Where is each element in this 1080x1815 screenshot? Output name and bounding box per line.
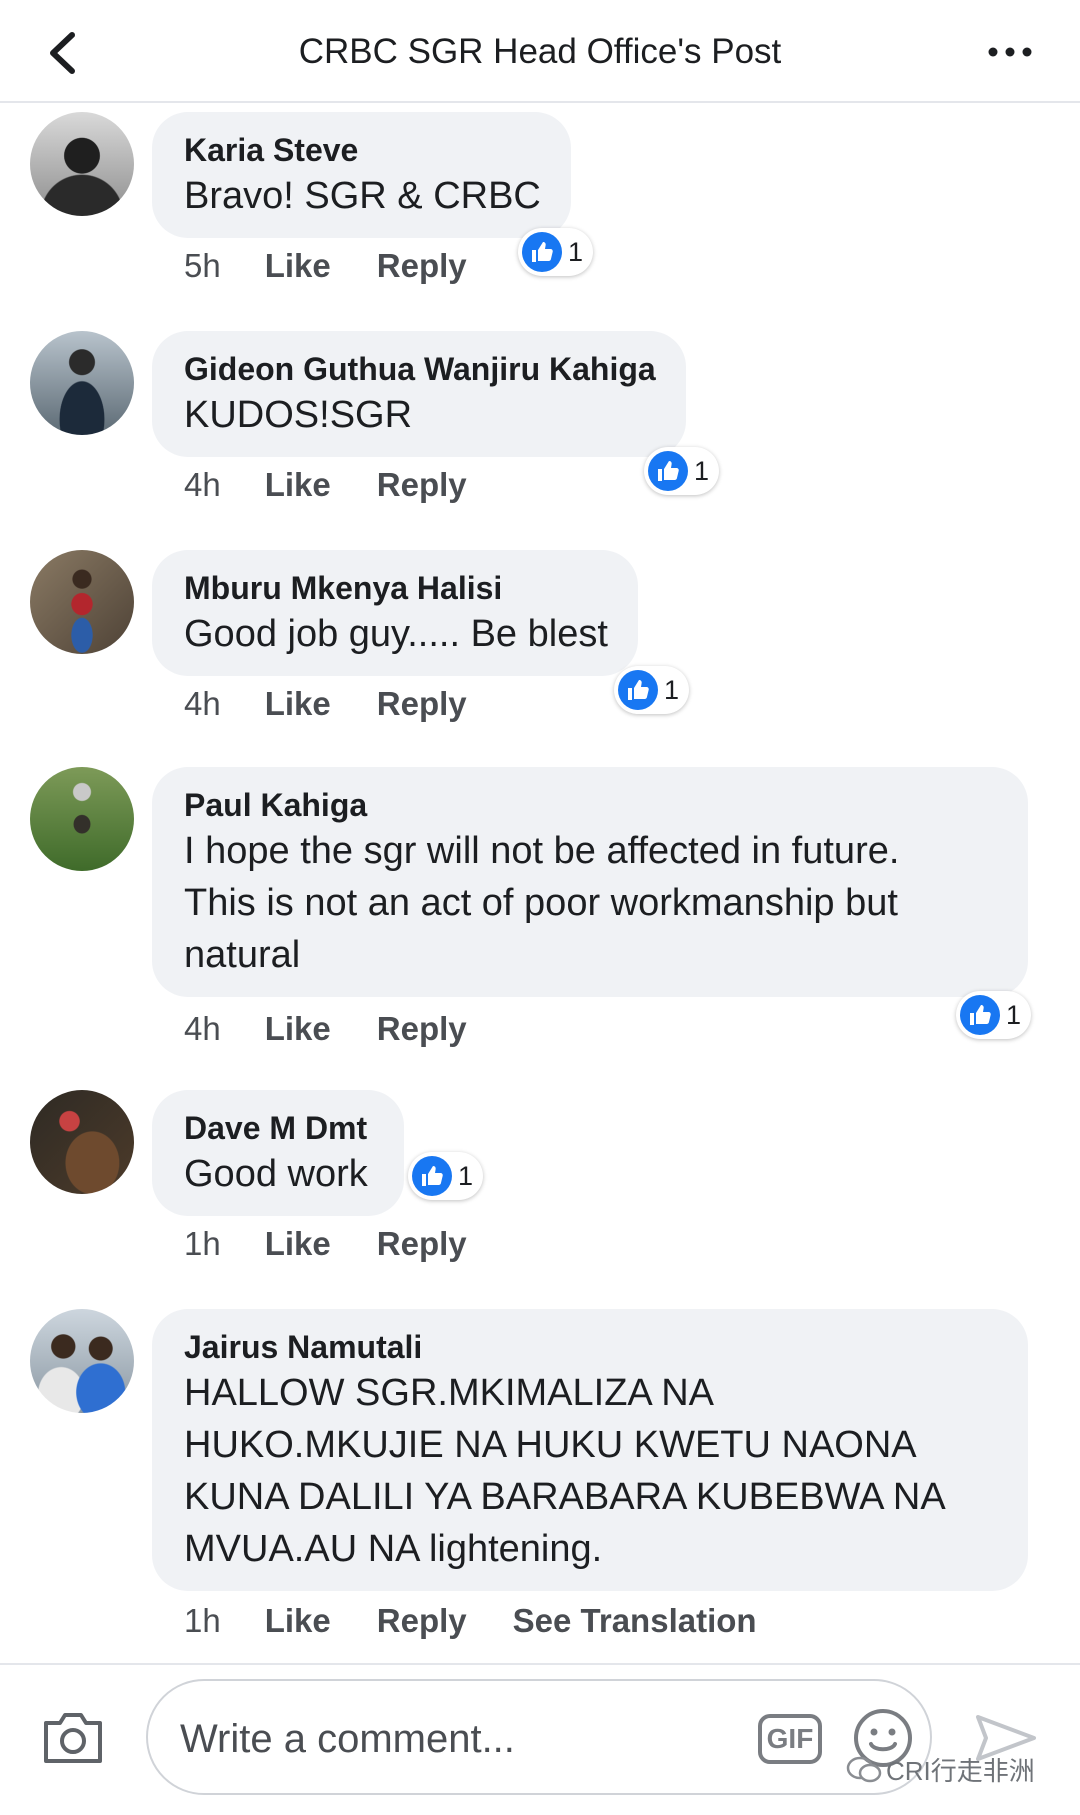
page-title: CRBC SGR Head Office's Post	[298, 32, 782, 71]
thumbs-up-icon	[960, 995, 1000, 1035]
like-button[interactable]: Like	[265, 684, 331, 724]
comment-bubble: Gideon Guthua Wanjiru Kahiga KUDOS!SGR	[152, 331, 686, 457]
comment-actions: 1h Like Reply See Translation	[184, 1601, 803, 1641]
post-header: CRBC SGR Head Office's Post	[0, 0, 1080, 103]
comment-bubble: Dave M Dmt Good work	[152, 1090, 404, 1216]
comment-time[interactable]: 4h	[184, 1009, 221, 1049]
avatar[interactable]	[30, 1309, 134, 1413]
comment-author[interactable]: Jairus Namutali	[184, 1327, 998, 1367]
reply-button[interactable]: Reply	[377, 1601, 467, 1641]
comment-text: Good job guy..... Be blest	[184, 613, 608, 655]
like-button[interactable]: Like	[265, 1224, 331, 1264]
comment-actions: 4h Like Reply	[184, 684, 513, 724]
comment-author[interactable]: Dave M Dmt	[184, 1108, 368, 1148]
gif-button[interactable]: GIF	[758, 1714, 822, 1764]
comment-actions: 4h Like Reply	[184, 1009, 513, 1049]
avatar[interactable]	[30, 550, 134, 654]
reaction-count: 1	[458, 1160, 474, 1191]
reaction-count-badge[interactable]: 1	[518, 228, 594, 276]
comment-actions: 1h Like Reply	[184, 1224, 513, 1264]
comment-input[interactable]: Write a comment... GIF	[146, 1679, 932, 1795]
comment-bubble: Mburu Mkenya Halisi Good job guy..... Be…	[152, 550, 638, 676]
comment-author[interactable]: Paul Kahiga	[184, 785, 998, 825]
avatar[interactable]	[30, 1090, 134, 1194]
thumbs-up-icon	[412, 1156, 452, 1196]
comment-composer: Write a comment... GIF CRI行走非洲	[0, 1663, 1080, 1815]
comment-text: I hope the sgr will not be affected in f…	[184, 830, 900, 976]
like-button[interactable]: Like	[265, 465, 331, 505]
comment-author[interactable]: Karia Steve	[184, 130, 541, 170]
comment-actions: 5h Like Reply	[184, 246, 513, 286]
comment-text: Bravo! SGR & CRBC	[184, 175, 541, 217]
comment-time[interactable]: 4h	[184, 684, 221, 724]
comment-time[interactable]: 1h	[184, 1224, 221, 1264]
reply-button[interactable]: Reply	[377, 246, 467, 286]
thumbs-up-icon	[648, 451, 688, 491]
comment-bubble: Jairus Namutali HALLOW SGR.MKIMALIZA NA …	[152, 1309, 1028, 1591]
comment-text: KUDOS!SGR	[184, 394, 413, 436]
see-translation-link[interactable]: See Translation	[513, 1601, 757, 1641]
comment-bubble: Paul Kahiga I hope the sgr will not be a…	[152, 767, 1028, 997]
watermark-text: CRI行走非洲	[886, 1756, 1035, 1786]
more-options-icon[interactable]	[980, 30, 1040, 74]
avatar[interactable]	[30, 331, 134, 435]
comment-time[interactable]: 1h	[184, 1601, 221, 1641]
comment-input-placeholder: Write a comment...	[180, 1717, 515, 1761]
reply-button[interactable]: Reply	[377, 465, 467, 505]
back-chevron-icon[interactable]	[40, 26, 84, 80]
like-button[interactable]: Like	[265, 246, 331, 286]
reaction-count-badge[interactable]: 1	[614, 666, 690, 714]
reaction-count: 1	[694, 455, 710, 486]
reply-button[interactable]: Reply	[377, 1009, 467, 1049]
reaction-count: 1	[1006, 999, 1022, 1030]
reply-button[interactable]: Reply	[377, 1224, 467, 1264]
reaction-count: 1	[568, 236, 584, 267]
camera-icon[interactable]	[40, 1707, 106, 1767]
like-button[interactable]: Like	[265, 1601, 331, 1641]
reaction-count: 1	[664, 674, 680, 705]
avatar[interactable]	[30, 767, 134, 871]
reaction-count-badge[interactable]: 1	[956, 991, 1032, 1039]
comment-text: Good work	[184, 1153, 368, 1195]
comment-actions: 4h Like Reply	[184, 465, 513, 505]
reaction-count-badge[interactable]: 1	[408, 1152, 484, 1200]
comment-time[interactable]: 4h	[184, 465, 221, 505]
thumbs-up-icon	[522, 232, 562, 272]
watermark: CRI行走非洲	[846, 1751, 1035, 1788]
reply-button[interactable]: Reply	[377, 684, 467, 724]
thumbs-up-icon	[618, 670, 658, 710]
comment-bubble: Karia Steve Bravo! SGR & CRBC	[152, 112, 571, 238]
wechat-icon	[846, 1756, 882, 1782]
comment-time[interactable]: 5h	[184, 246, 221, 286]
reaction-count-badge[interactable]: 1	[644, 447, 720, 495]
comment-author[interactable]: Gideon Guthua Wanjiru Kahiga	[184, 349, 656, 389]
avatar[interactable]	[30, 112, 134, 216]
comment-text: HALLOW SGR.MKIMALIZA NA HUKO.MKUJIE NA H…	[184, 1372, 946, 1570]
like-button[interactable]: Like	[265, 1009, 331, 1049]
comment-author[interactable]: Mburu Mkenya Halisi	[184, 568, 608, 608]
